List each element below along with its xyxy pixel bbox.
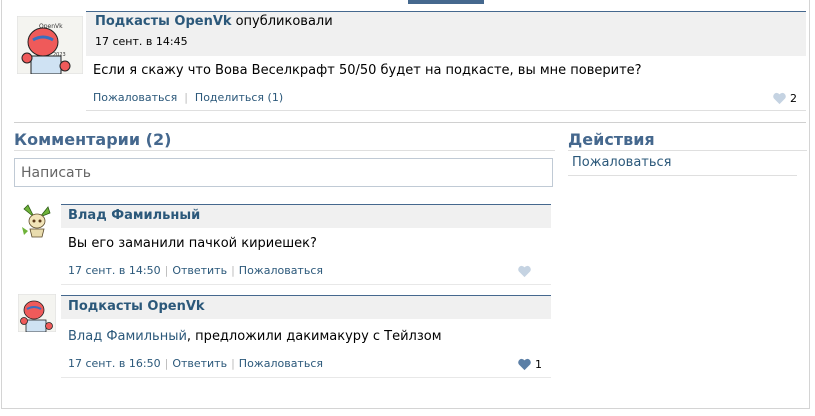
heart-icon xyxy=(773,92,786,105)
post-time[interactable]: 17 сент. в 14:45 xyxy=(95,35,188,48)
comment-time[interactable]: 17 сент. в 16:50 xyxy=(68,357,161,370)
active-tab-indicator xyxy=(408,0,484,4)
post-author-avatar[interactable]: OpenVk 2023 xyxy=(17,16,83,74)
divider xyxy=(14,122,806,123)
actions-title: Действия xyxy=(568,130,655,149)
comment-author-name[interactable]: Подкасты OpenVk xyxy=(68,299,205,314)
comment-input[interactable] xyxy=(14,158,553,187)
post-text: Если я скажу что Вова Веселкрафт 50/50 б… xyxy=(93,63,642,78)
comment-report-link[interactable]: Пожаловаться xyxy=(239,264,323,277)
comment-author-avatar[interactable] xyxy=(18,294,56,332)
divider xyxy=(61,377,551,378)
divider xyxy=(14,150,555,151)
divider xyxy=(86,110,806,111)
post-like-count: 2 xyxy=(790,92,797,105)
comment-mention-link[interactable]: Влад Фамильный xyxy=(68,329,187,344)
actions-report-link[interactable]: Пожаловаться xyxy=(572,155,672,170)
post-author[interactable]: Подкасты OpenVk опубликовали xyxy=(95,14,333,29)
post-report-link[interactable]: Пожаловаться xyxy=(93,91,177,104)
heart-icon xyxy=(518,265,531,278)
divider xyxy=(568,150,807,151)
comment-report-link[interactable]: Пожаловаться xyxy=(239,357,323,370)
comment-like-button[interactable] xyxy=(517,265,535,278)
post-author-name[interactable]: Подкасты OpenVk xyxy=(95,14,232,29)
post-like-button[interactable]: 2 xyxy=(772,92,797,105)
separator: | xyxy=(164,264,169,277)
comment-reply-link[interactable]: Ответить xyxy=(172,264,227,277)
comment-time[interactable]: 17 сент. в 14:50 xyxy=(68,264,161,277)
comment-meta: 17 сент. в 14:50 | Ответить | Пожаловаться xyxy=(68,264,323,277)
comment-author-name[interactable]: Влад Фамильный xyxy=(68,208,200,223)
comment-text: Влад Фамильный, предложили дакимакуру с … xyxy=(68,329,442,344)
separator: | xyxy=(231,264,235,277)
divider xyxy=(568,175,797,176)
comment-like-button[interactable]: 1 xyxy=(517,358,542,371)
comments-title: Комментарии (2) xyxy=(14,130,172,149)
comment-meta: 17 сент. в 16:50 | Ответить | Пожаловаться xyxy=(68,357,323,370)
separator: | xyxy=(184,91,188,104)
separator: | xyxy=(231,357,235,370)
comment-text-body: , предложили дакимакуру с Тейлзом xyxy=(186,329,442,344)
comment-text: Вы его заманили пачкой кириешек? xyxy=(68,236,317,251)
heart-icon xyxy=(518,358,531,371)
post-links: Пожаловаться | Поделиться (1) xyxy=(93,91,283,104)
comment-like-count: 1 xyxy=(535,358,542,371)
divider xyxy=(61,284,551,285)
comment-reply-link[interactable]: Ответить xyxy=(172,357,227,370)
post-share-link[interactable]: Поделиться (1) xyxy=(195,91,283,104)
separator: | xyxy=(164,357,169,370)
post-action-text: опубликовали xyxy=(235,14,333,29)
comment-author-avatar[interactable] xyxy=(18,201,56,239)
